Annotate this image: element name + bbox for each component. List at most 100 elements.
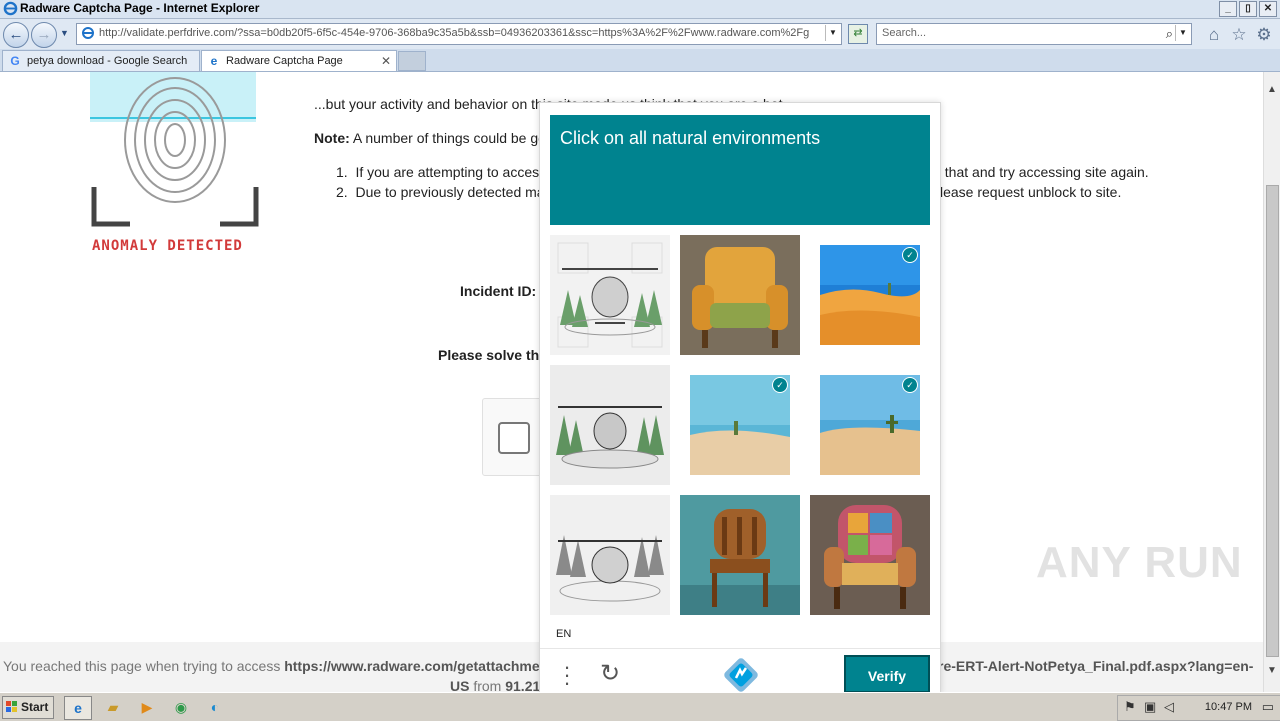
forward-button[interactable]: →: [31, 22, 57, 48]
captcha-tile-4[interactable]: [550, 365, 670, 485]
search-icon[interactable]: ⌕: [1166, 26, 1173, 42]
vertical-scrollbar[interactable]: ▲ ▼: [1263, 72, 1280, 692]
captcha-tile-2[interactable]: [680, 235, 800, 355]
search-box[interactable]: Search... ⌕ ▼: [876, 23, 1192, 45]
footer-origin: US from 91.21: [450, 678, 540, 692]
captcha-tile-6[interactable]: ✓: [810, 365, 930, 485]
menu-dots-icon[interactable]: · · ·: [562, 656, 572, 694]
home-icon[interactable]: ⌂: [1204, 25, 1224, 45]
history-dropdown-icon[interactable]: ▼: [60, 28, 69, 38]
search-placeholder[interactable]: Search...: [882, 27, 926, 39]
windows-logo-icon: [6, 701, 17, 712]
captcha-tile-3[interactable]: ✓: [810, 235, 930, 355]
scroll-thumb[interactable]: [1266, 185, 1279, 657]
armchair-image: [680, 235, 800, 355]
settings-gear-icon[interactable]: ⚙: [1254, 25, 1274, 45]
captcha-tile-9[interactable]: [810, 495, 930, 615]
start-button[interactable]: Start: [2, 696, 54, 719]
captcha-tile-8[interactable]: [680, 495, 800, 615]
tab-label: Radware Captcha Page: [226, 55, 343, 67]
note-text: A number of things could be go: [352, 130, 546, 146]
scroll-up-icon[interactable]: ▲: [1267, 84, 1277, 95]
footer-ip: 91.21: [505, 678, 541, 692]
ie-icon: [3, 1, 18, 16]
solve-captcha-text: Please solve this: [438, 347, 551, 363]
footer-prefix: You reached this page when trying to acc…: [3, 658, 281, 674]
note-label: Note:: [314, 130, 350, 146]
reason-text-start: Due to previously detected ma: [355, 184, 545, 200]
captcha-tile-1[interactable]: [550, 235, 670, 355]
maximize-button[interactable]: ▯: [1239, 1, 1257, 17]
selected-check-icon: ✓: [772, 377, 788, 393]
anomaly-detected-label: ANOMALY DETECTED: [92, 238, 243, 254]
search-dropdown-icon[interactable]: ▼: [1175, 25, 1190, 41]
ie-tab-icon: e: [210, 54, 218, 68]
captcha-checkbox[interactable]: [498, 422, 530, 454]
flag-icon[interactable]: ⚑: [1124, 699, 1136, 715]
favorites-star-icon[interactable]: ☆: [1229, 25, 1249, 45]
note-paragraph: Note: A number of things could be go: [314, 130, 546, 146]
captcha-tile-5[interactable]: ✓: [680, 365, 800, 485]
tab-google-search[interactable]: G petya download - Google Search: [2, 50, 200, 71]
scroll-down-icon[interactable]: ▼: [1267, 665, 1277, 676]
tab-label: petya download - Google Search: [27, 55, 188, 67]
minimize-button[interactable]: _: [1219, 1, 1237, 17]
fingerprint-icon: [90, 72, 259, 227]
footer-divider: [540, 648, 940, 649]
back-button[interactable]: ←: [3, 22, 29, 48]
helicopter-sketch-image: [550, 365, 670, 485]
helicopter-sketch-image: [550, 495, 670, 615]
url-text[interactable]: http://validate.perfdrive.com/?ssa=b0db2…: [99, 27, 809, 39]
reason-item: 2. Due to previously detected ma: [336, 184, 545, 200]
reason-text-end: le that and try accessing site again.: [930, 164, 1149, 180]
anyrun-watermark: ANY RUN: [1036, 538, 1243, 587]
patchwork-armchair-image: [810, 495, 930, 615]
reason-item: 1. If you are attempting to access: [336, 164, 546, 180]
show-desktop-icon[interactable]: ▭: [1262, 699, 1274, 715]
refresh-icon[interactable]: ↻: [600, 662, 624, 686]
media-player-taskbar-icon[interactable]: ▶: [134, 696, 160, 718]
footer-line: You reached this page when trying to acc…: [3, 658, 553, 674]
incident-id-label: Incident ID:: [460, 283, 537, 299]
reason-number: 1.: [336, 164, 348, 180]
chrome-taskbar-icon[interactable]: ◉: [168, 696, 194, 718]
close-button[interactable]: ✕: [1259, 1, 1277, 17]
helicopter-sketch-image: [550, 235, 670, 355]
footer-locale: US: [450, 678, 470, 692]
google-icon: G: [10, 54, 20, 68]
address-bar[interactable]: http://validate.perfdrive.com/?ssa=b0db2…: [76, 23, 842, 45]
reason-number: 2.: [336, 184, 348, 200]
page-icon: [82, 27, 94, 39]
hcaptcha-logo-icon: [724, 658, 758, 692]
footer-url-start: https://www.radware.com/getattachment: [284, 658, 553, 674]
start-label: Start: [21, 700, 49, 714]
reason-text-end: lease request unblock to site.: [940, 184, 1122, 200]
compatibility-view-icon[interactable]: ⇄: [848, 24, 868, 44]
close-tab-icon[interactable]: ✕: [381, 51, 391, 71]
footer-url-end: re-ERT-Alert-NotPetya_Final.pdf.aspx?lan…: [938, 658, 1254, 674]
explorer-taskbar-icon[interactable]: ▰: [100, 696, 126, 718]
back-arrow-icon: ←: [8, 26, 24, 43]
clock: 10:47 PM: [1204, 701, 1252, 713]
footer-from: from: [473, 678, 502, 692]
selected-check-icon: ✓: [902, 377, 918, 393]
edge-taskbar-icon[interactable]: ◐: [202, 696, 228, 718]
ie-taskbar-icon[interactable]: e: [64, 696, 92, 720]
new-tab-button[interactable]: [398, 51, 426, 71]
forward-arrow-icon: →: [36, 26, 52, 43]
window-title: Radware Captcha Page - Internet Explorer: [20, 1, 260, 15]
selected-check-icon: ✓: [902, 247, 918, 263]
volume-icon[interactable]: ◁: [1164, 699, 1174, 715]
tab-radware-captcha[interactable]: e Radware Captcha Page ✕: [201, 50, 397, 71]
navigation-bar: ← → ▼ http://validate.perfdrive.com/?ssa…: [0, 19, 1280, 49]
network-icon[interactable]: ▣: [1144, 699, 1156, 715]
verify-button[interactable]: Verify: [844, 655, 930, 693]
taskbar: Start e ▰ ▶ ◉ ◐ ⚑ ▣ ◁ 10:47 PM ▭: [0, 692, 1280, 721]
hcaptcha-challenge: Click on all natural environments ✓ ✓ ✓ …: [539, 102, 941, 694]
address-dropdown-icon[interactable]: ▼: [825, 25, 840, 41]
title-bar: Radware Captcha Page - Internet Explorer…: [0, 0, 1280, 19]
language-selector[interactable]: EN: [556, 628, 571, 640]
tab-bar: G petya download - Google Search e Radwa…: [0, 49, 1280, 72]
captcha-tile-7[interactable]: [550, 495, 670, 615]
challenge-prompt: Click on all natural environments: [560, 128, 821, 148]
